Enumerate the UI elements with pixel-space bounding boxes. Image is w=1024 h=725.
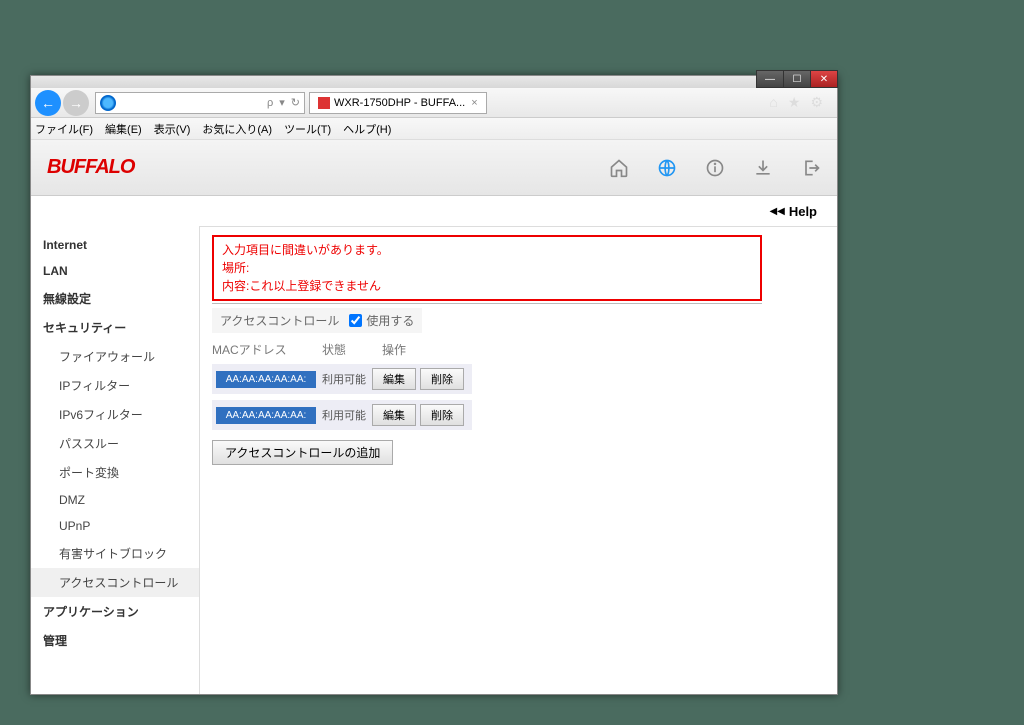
nav-row: ← → ρ ▾ ↻ WXR-1750DHP - BUFFA... × ⌂ ★ ⚙ <box>31 88 837 118</box>
error-line-1: 入力項目に間違いがあります。 <box>222 241 752 259</box>
table-header: MACアドレス 状態 操作 <box>212 341 825 358</box>
close-button[interactable]: ✕ <box>810 70 838 88</box>
help-arrow-icon: ◀◀ <box>769 206 784 217</box>
access-control-label: アクセスコントロール <box>220 312 339 329</box>
sidebar-item-firewall[interactable]: ファイアウォール <box>31 342 199 371</box>
sidebar-item-ipfilter[interactable]: IPフィルター <box>31 371 199 400</box>
menu-edit[interactable]: 編集(E) <box>105 121 142 137</box>
sidebar-item-application[interactable]: アプリケーション <box>31 597 199 626</box>
sidebar: Internet LAN 無線設定 セキュリティー ファイアウォール IPフィル… <box>31 226 199 694</box>
browser-window: — ☐ ✕ ← → ρ ▾ ↻ WXR-1750DHP - BUFFA... ×… <box>30 75 838 695</box>
edit-button[interactable]: 編集 <box>372 404 416 426</box>
globe-icon[interactable] <box>657 158 677 178</box>
logout-icon[interactable] <box>801 158 821 178</box>
home-icon[interactable]: ⌂ <box>769 94 777 111</box>
menu-bar: ファイル(F) 編集(E) 表示(V) お気に入り(A) ツール(T) ヘルプ(… <box>31 118 837 140</box>
table-row: AA:AA:AA:AA:AA: 利用可能 編集 削除 <box>212 364 472 394</box>
sidebar-item-portfwd[interactable]: ポート変換 <box>31 458 199 487</box>
col-action: 操作 <box>382 341 462 358</box>
sidebar-item-dmz[interactable]: DMZ <box>31 487 199 513</box>
help-link[interactable]: Help <box>789 204 817 219</box>
divider <box>212 303 762 304</box>
window-titlebar: — ☐ ✕ <box>31 76 837 88</box>
main-panel: 入力項目に間違いがあります。 場所: 内容:これ以上登録できません アクセスコン… <box>199 226 837 694</box>
home-app-icon[interactable] <box>609 158 629 178</box>
sidebar-item-upnp[interactable]: UPnP <box>31 513 199 539</box>
mac-address: AA:AA:AA:AA:AA: <box>216 371 316 388</box>
favicon-icon <box>318 97 330 109</box>
ie-icon <box>100 95 116 111</box>
error-line-2: 場所: <box>222 259 752 277</box>
col-status: 状態 <box>322 341 382 358</box>
buffalo-logo: BUFFALO <box>47 156 134 179</box>
menu-tools[interactable]: ツール(T) <box>284 121 331 137</box>
access-control-toggle-row: アクセスコントロール 使用する <box>212 308 422 333</box>
menu-file[interactable]: ファイル(F) <box>35 121 93 137</box>
add-access-control-button[interactable]: アクセスコントロールの追加 <box>212 440 393 465</box>
sidebar-item-security[interactable]: セキュリティー <box>31 313 199 342</box>
menu-view[interactable]: 表示(V) <box>154 121 191 137</box>
status-text: 利用可能 <box>316 407 372 423</box>
use-checkbox[interactable] <box>349 314 362 327</box>
gear-icon[interactable]: ⚙ <box>810 94 823 111</box>
sidebar-item-ipv6filter[interactable]: IPv6フィルター <box>31 400 199 429</box>
tab-close-icon[interactable]: × <box>471 97 477 109</box>
address-controls: ρ ▾ ↻ <box>267 96 304 109</box>
menu-help[interactable]: ヘルプ(H) <box>343 121 391 137</box>
tab-title: WXR-1750DHP - BUFFA... <box>334 97 465 109</box>
minimize-button[interactable]: — <box>756 70 784 88</box>
back-button[interactable]: ← <box>35 90 61 116</box>
help-row: ◀◀ Help <box>31 196 837 226</box>
sidebar-item-accesscontrol[interactable]: アクセスコントロール <box>31 568 199 597</box>
browser-toolbar-icons: ⌂ ★ ⚙ <box>769 94 833 111</box>
sidebar-item-wireless[interactable]: 無線設定 <box>31 284 199 313</box>
maximize-button[interactable]: ☐ <box>783 70 811 88</box>
header-icons <box>609 158 821 178</box>
info-icon[interactable] <box>705 158 725 178</box>
search-hint: ρ <box>267 97 273 109</box>
menu-favorites[interactable]: お気に入り(A) <box>202 121 272 137</box>
sidebar-item-lan[interactable]: LAN <box>31 258 199 284</box>
download-icon[interactable] <box>753 158 773 178</box>
edit-button[interactable]: 編集 <box>372 368 416 390</box>
content-area: Internet LAN 無線設定 セキュリティー ファイアウォール IPフィル… <box>31 226 837 694</box>
mac-address: AA:AA:AA:AA:AA: <box>216 407 316 424</box>
delete-button[interactable]: 削除 <box>420 404 464 426</box>
sidebar-item-internet[interactable]: Internet <box>31 232 199 258</box>
status-text: 利用可能 <box>316 371 372 387</box>
delete-button[interactable]: 削除 <box>420 368 464 390</box>
error-box: 入力項目に間違いがあります。 場所: 内容:これ以上登録できません <box>212 235 762 301</box>
refresh-icon[interactable]: ↻ <box>291 96 300 109</box>
table-row: AA:AA:AA:AA:AA: 利用可能 編集 削除 <box>212 400 472 430</box>
forward-button[interactable]: → <box>63 90 89 116</box>
window-buttons: — ☐ ✕ <box>757 70 838 88</box>
use-label: 使用する <box>366 312 414 329</box>
sidebar-item-passthrough[interactable]: パススルー <box>31 429 199 458</box>
browser-tab[interactable]: WXR-1750DHP - BUFFA... × <box>309 92 487 114</box>
sidebar-item-siteblock[interactable]: 有害サイトブロック <box>31 539 199 568</box>
app-header: BUFFALO <box>31 140 837 196</box>
error-line-3: 内容:これ以上登録できません <box>222 277 752 295</box>
dropdown-icon[interactable]: ▾ <box>279 96 285 109</box>
address-bar[interactable]: ρ ▾ ↻ <box>95 92 305 114</box>
sidebar-item-admin[interactable]: 管理 <box>31 626 199 655</box>
col-mac: MACアドレス <box>212 341 322 358</box>
star-icon[interactable]: ★ <box>788 94 801 111</box>
